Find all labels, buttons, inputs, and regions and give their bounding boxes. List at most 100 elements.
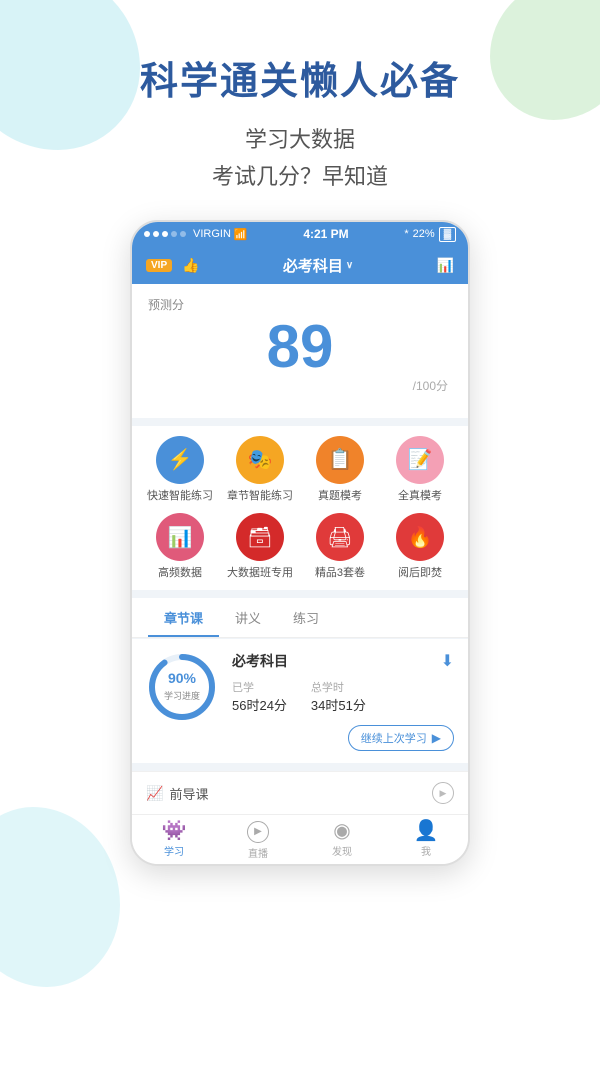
icon-bigdata-class-label: 大数据班专用 xyxy=(227,566,293,580)
download-icon[interactable]: ⬇ xyxy=(441,651,454,671)
icon-chapter-practice[interactable]: 🎭 章节智能练习 xyxy=(225,436,295,503)
chart-small-icon: 📈 xyxy=(146,785,163,802)
stat-studied: 已学 56时24分 xyxy=(232,679,287,715)
tab-chapter-course[interactable]: 章节课 xyxy=(148,598,219,637)
status-time: 4:21 PM xyxy=(303,227,348,241)
icon-bigdata-class[interactable]: 🗃 大数据班专用 xyxy=(225,513,295,580)
signal-dot-2 xyxy=(153,231,159,237)
progress-section: 90% 学习进度 必考科目 ⬇ 已学 56时24分 xyxy=(132,639,468,763)
live-label: 直播 xyxy=(248,845,268,860)
score-number: 89 xyxy=(148,317,452,377)
nav-left: VIP 👍 xyxy=(146,257,200,274)
play-icon: ▶ xyxy=(432,731,441,745)
phone-content: 预测分 89 /100分 ⚡ 快速智能练习 🎭 章节智能练习 xyxy=(132,284,468,815)
like-icon[interactable]: 👍 xyxy=(182,257,199,274)
main-title: 科学通关懒人必备 xyxy=(0,50,600,105)
chart-icon[interactable]: 📊 xyxy=(437,257,454,273)
stat-studied-value: 56时24分 xyxy=(232,698,287,713)
tab-practice[interactable]: 练习 xyxy=(277,598,335,637)
stats-row: 已学 56时24分 总学时 34时51分 xyxy=(232,679,454,715)
signal-dot-5 xyxy=(180,231,186,237)
status-right: * 22% ▓ xyxy=(404,227,456,242)
bottom-nav: 👾 学习 ▶ 直播 ◉ 发现 👤 我 xyxy=(132,814,468,864)
nav-title: 必考科目 ∨ xyxy=(283,255,353,276)
wifi-icon: 📶 xyxy=(234,228,248,241)
icon-premium-set-label: 精品3套卷 xyxy=(315,566,365,580)
study-label: 学习 xyxy=(164,843,184,858)
icon-read-burn-label: 阅后即焚 xyxy=(398,566,442,580)
live-icon: ▶ xyxy=(247,821,269,843)
status-left: VIRGIN 📶 xyxy=(144,228,248,241)
chevron-down-icon[interactable]: ∨ xyxy=(346,260,353,271)
nav-item-live[interactable]: ▶ 直播 xyxy=(216,821,300,860)
icon-high-freq-label: 高频数据 xyxy=(158,566,202,580)
sub-title-line2: 考试几分？早知道 xyxy=(0,158,600,195)
icon-full-exam-circle: 📝 xyxy=(396,436,444,484)
icon-premium-set-circle: 🖨 xyxy=(316,513,364,561)
discover-icon: ◉ xyxy=(333,821,350,841)
icon-fast-practice-circle: ⚡ xyxy=(156,436,204,484)
progress-info: 必考科目 ⬇ 已学 56时24分 总学时 34时51分 xyxy=(232,651,454,751)
icon-read-burn[interactable]: 🔥 阅后即焚 xyxy=(385,513,455,580)
me-label: 我 xyxy=(421,843,431,858)
progress-title-row: 必考科目 ⬇ xyxy=(232,651,454,671)
icon-premium-set[interactable]: 🖨 精品3套卷 xyxy=(305,513,375,580)
continue-label: 继续上次学习 xyxy=(361,730,427,746)
progress-circle: 90% 学习进度 xyxy=(146,651,218,723)
signal-dot-4 xyxy=(171,231,177,237)
prev-lesson-label: 前导课 xyxy=(169,784,208,803)
progress-pct: 90% xyxy=(164,670,200,686)
nav-item-study[interactable]: 👾 学习 xyxy=(132,821,216,860)
icon-chapter-practice-circle: 🎭 xyxy=(236,436,284,484)
nav-title-text: 必考科目 xyxy=(283,255,343,276)
tab-lecture[interactable]: 讲义 xyxy=(219,598,277,637)
prev-lesson-play-icon[interactable]: ▶ xyxy=(432,782,454,804)
score-inner: 89 /100分 xyxy=(148,317,452,394)
battery-pct: 22% xyxy=(413,228,435,240)
score-section: 预测分 89 /100分 xyxy=(132,284,468,418)
nav-item-me[interactable]: 👤 我 xyxy=(384,821,468,860)
status-bar: VIRGIN 📶 4:21 PM * 22% ▓ xyxy=(132,222,468,247)
blob-bottom-left xyxy=(0,807,120,987)
tabs-row: 章节课 讲义 练习 xyxy=(132,598,468,638)
stat-studied-label: 已学 xyxy=(232,679,287,695)
vip-badge[interactable]: VIP xyxy=(146,259,172,272)
nav-right[interactable]: 📊 xyxy=(437,257,454,274)
icon-chapter-practice-label: 章节智能练习 xyxy=(227,489,293,503)
icon-read-burn-circle: 🔥 xyxy=(396,513,444,561)
sub-title: 学习大数据 考试几分？早知道 xyxy=(0,121,600,196)
icon-full-exam-label: 全真模考 xyxy=(398,489,442,503)
bluetooth-icon: * xyxy=(404,228,408,240)
header-area: 科学通关懒人必备 学习大数据 考试几分？早知道 xyxy=(0,0,600,196)
prev-lesson-row[interactable]: 📈 前导课 ▶ xyxy=(132,771,468,814)
sub-title-line1: 学习大数据 xyxy=(0,121,600,158)
stat-total: 总学时 34时51分 xyxy=(311,679,366,715)
icon-bigdata-class-circle: 🗃 xyxy=(236,513,284,561)
icon-full-exam[interactable]: 📝 全真模考 xyxy=(385,436,455,503)
icon-high-freq[interactable]: 📊 高频数据 xyxy=(145,513,215,580)
score-label: 预测分 xyxy=(148,296,452,313)
stat-total-value: 34时51分 xyxy=(311,698,366,713)
progress-sub: 学习进度 xyxy=(164,691,200,701)
nav-bar: VIP 👍 必考科目 ∨ 📊 xyxy=(132,247,468,284)
prev-lesson-left: 📈 前导课 xyxy=(146,784,208,803)
signal-dot-3 xyxy=(162,231,168,237)
icon-fast-practice[interactable]: ⚡ 快速智能练习 xyxy=(145,436,215,503)
battery-icon: ▓ xyxy=(439,227,456,242)
carrier-label: VIRGIN xyxy=(193,228,231,240)
progress-center-text: 90% 学习进度 xyxy=(164,670,200,704)
icon-real-exam[interactable]: 📋 真题模考 xyxy=(305,436,375,503)
icon-real-exam-label: 真题模考 xyxy=(318,489,362,503)
study-icon: 👾 xyxy=(162,821,187,841)
icon-row-1: ⚡ 快速智能练习 🎭 章节智能练习 📋 真题模考 📝 全真模考 xyxy=(140,436,460,503)
icon-row-2: 📊 高频数据 🗃 大数据班专用 🖨 精品3套卷 🔥 阅后即焚 xyxy=(140,513,460,580)
icons-grid: ⚡ 快速智能练习 🎭 章节智能练习 📋 真题模考 📝 全真模考 xyxy=(132,426,468,591)
icon-fast-practice-label: 快速智能练习 xyxy=(147,489,213,503)
phone-mockup: VIRGIN 📶 4:21 PM * 22% ▓ VIP 👍 必考科目 ∨ 📊 xyxy=(130,220,470,867)
icon-high-freq-circle: 📊 xyxy=(156,513,204,561)
stat-total-label: 总学时 xyxy=(311,679,366,695)
progress-course-name: 必考科目 xyxy=(232,651,288,671)
continue-button[interactable]: 继续上次学习 ▶ xyxy=(348,725,454,751)
nav-item-discover[interactable]: ◉ 发现 xyxy=(300,821,384,860)
phone-frame: VIRGIN 📶 4:21 PM * 22% ▓ VIP 👍 必考科目 ∨ 📊 xyxy=(130,220,470,867)
